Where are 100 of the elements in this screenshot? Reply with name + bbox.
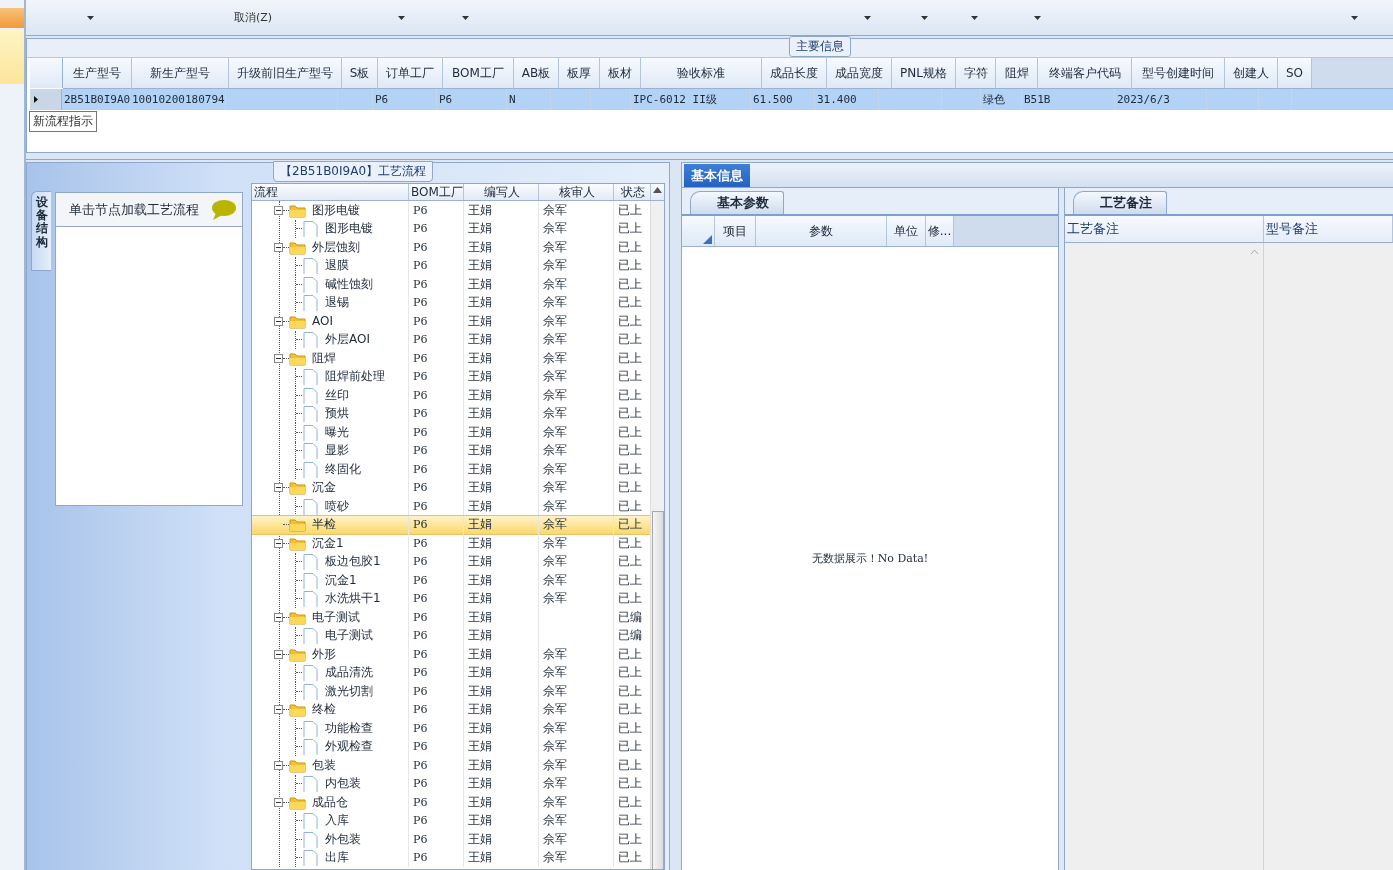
- table-cell: 2023/6/3: [1117, 93, 1170, 106]
- scroll-up-arrow-icon[interactable]: [653, 187, 662, 193]
- tab[interactable]: 基本信息: [684, 164, 750, 187]
- column-header[interactable]: 订单工厂: [378, 58, 443, 89]
- column-header[interactable]: 新生产型号: [132, 58, 229, 89]
- column-header[interactable]: 成品长度: [762, 58, 827, 89]
- column-header[interactable]: 修...: [926, 216, 954, 246]
- tree-node[interactable]: 激光切割: [325, 682, 373, 700]
- table-row[interactable]: 2B51B0I9A0 10010200180794 P6 P6 N IPC-6012 II级 61.500 31.400 绿色 B51B 2023/6/3: [30, 89, 1393, 110]
- column-header[interactable]: 状态: [614, 184, 651, 200]
- tree-node[interactable]: 功能检查: [325, 719, 373, 737]
- column-header[interactable]: PNL规格: [892, 58, 956, 89]
- table-cell: 王娟: [468, 719, 492, 737]
- tree-node[interactable]: 退膜: [325, 257, 349, 275]
- column-header[interactable]: 终端客户代码: [1038, 58, 1132, 89]
- collapse-icon[interactable]: [274, 538, 283, 548]
- tree-node[interactable]: 显影: [325, 442, 349, 460]
- tree-node[interactable]: 喷砂: [325, 497, 349, 515]
- tree-node[interactable]: 图形电镀: [312, 201, 360, 219]
- collapse-icon[interactable]: [274, 483, 283, 493]
- tree-node[interactable]: 水洗烘干1: [325, 590, 381, 608]
- tree-node[interactable]: 出库: [325, 849, 349, 867]
- tree-node[interactable]: 图形电镀: [325, 220, 373, 238]
- collapse-icon[interactable]: [274, 797, 283, 807]
- side-tab[interactable]: 设备结构: [31, 191, 51, 271]
- dropdown-arrow-icon[interactable]: [971, 15, 979, 20]
- column-header[interactable]: 阻焊: [996, 58, 1038, 89]
- column-header[interactable]: 字符: [956, 58, 996, 89]
- column-header[interactable]: 核审人: [539, 184, 614, 200]
- cancel-button[interactable]: 取消(Z): [234, 10, 273, 25]
- tree-node[interactable]: 板边包胶1: [325, 553, 381, 571]
- tree-node[interactable]: 包装: [312, 756, 336, 774]
- scrollbar-thumb[interactable]: [652, 511, 664, 869]
- column-header[interactable]: 板材: [600, 58, 641, 89]
- tree-node[interactable]: 半检: [312, 516, 336, 534]
- tree-node[interactable]: 阻焊: [312, 349, 336, 367]
- column-header[interactable]: 编写人: [464, 184, 539, 200]
- tree-node[interactable]: AOI: [312, 314, 333, 329]
- tree-node[interactable]: 终固化: [325, 460, 361, 478]
- collapse-icon[interactable]: [274, 242, 283, 252]
- tree-node[interactable]: 沉金1: [312, 534, 344, 552]
- tree-node[interactable]: 电子测试: [325, 627, 373, 645]
- column-header[interactable]: SO: [1278, 58, 1312, 89]
- tree-node[interactable]: 入库: [325, 812, 349, 830]
- tree-node[interactable]: 沉金: [312, 479, 336, 497]
- tree-node[interactable]: 外层AOI: [325, 331, 370, 349]
- column-header[interactable]: 验收标准: [641, 58, 762, 89]
- dropdown-arrow-icon[interactable]: [87, 15, 94, 20]
- dropdown-arrow-icon[interactable]: [1351, 15, 1359, 20]
- table-cell: 已上: [618, 830, 642, 848]
- column-header[interactable]: 流程: [252, 184, 409, 200]
- collapse-icon[interactable]: [274, 649, 283, 659]
- dropdown-arrow-icon[interactable]: [864, 15, 872, 20]
- collapse-icon[interactable]: [274, 316, 283, 326]
- table-cell: P6: [413, 721, 428, 735]
- tree-node[interactable]: 退锡: [325, 294, 349, 312]
- column-header[interactable]: BOM工厂: [409, 184, 464, 200]
- tree-node[interactable]: 沉金1: [325, 571, 357, 589]
- column-header[interactable]: 升级前旧生产型号: [229, 58, 342, 89]
- tree-node[interactable]: 外形: [312, 645, 336, 663]
- column-header[interactable]: S板: [342, 58, 378, 89]
- tree-node[interactable]: 丝印: [325, 386, 349, 404]
- tree-node[interactable]: 外包装: [325, 830, 361, 848]
- dropdown-arrow-icon[interactable]: [462, 15, 470, 20]
- tree-node[interactable]: 终检: [312, 701, 336, 719]
- dropdown-arrow-icon[interactable]: [921, 15, 929, 20]
- collapse-icon[interactable]: [274, 705, 283, 715]
- tree-node[interactable]: 碱性蚀刻: [325, 275, 373, 293]
- tree-node[interactable]: 成品仓: [312, 793, 348, 811]
- column-header[interactable]: 工艺备注: [1065, 216, 1264, 242]
- column-header[interactable]: AB板: [514, 58, 559, 89]
- column-header[interactable]: BOM工厂: [443, 58, 514, 89]
- column-header[interactable]: 单位: [887, 216, 926, 246]
- column-header[interactable]: 创建人: [1225, 58, 1278, 89]
- dropdown-arrow-icon[interactable]: [398, 15, 406, 20]
- table-cell: 绿色: [983, 92, 1005, 107]
- column-header[interactable]: 型号创建时间: [1132, 58, 1225, 89]
- tree-node[interactable]: 成品清洗: [325, 664, 373, 682]
- collapse-icon[interactable]: [274, 205, 283, 215]
- tree-node[interactable]: 预烘: [325, 405, 349, 423]
- table-cell: 已上: [618, 775, 642, 793]
- column-header[interactable]: 生产型号: [63, 58, 132, 89]
- column-header[interactable]: 参数: [756, 216, 887, 246]
- tree-node[interactable]: 内包装: [325, 775, 361, 793]
- column-header[interactable]: 成品宽度: [827, 58, 892, 89]
- dropdown-arrow-icon[interactable]: [1034, 15, 1042, 20]
- tab[interactable]: 基本参数: [690, 191, 784, 214]
- column-header[interactable]: 型号备注: [1264, 216, 1393, 242]
- tab[interactable]: 工艺备注: [1073, 191, 1167, 214]
- collapse-icon[interactable]: [274, 353, 283, 363]
- tree-node[interactable]: 电子测试: [312, 608, 360, 626]
- table-cell: P6: [413, 388, 428, 402]
- tree-node[interactable]: 外观检查: [325, 738, 373, 756]
- tree-node[interactable]: 阻焊前处理: [325, 368, 385, 386]
- column-header[interactable]: 项目: [715, 216, 756, 246]
- collapse-icon[interactable]: [274, 760, 283, 770]
- column-header[interactable]: 板厚: [559, 58, 600, 89]
- tree-node[interactable]: 曝光: [325, 423, 349, 441]
- tree-node[interactable]: 外层蚀刻: [312, 238, 360, 256]
- collapse-icon[interactable]: [274, 612, 283, 622]
